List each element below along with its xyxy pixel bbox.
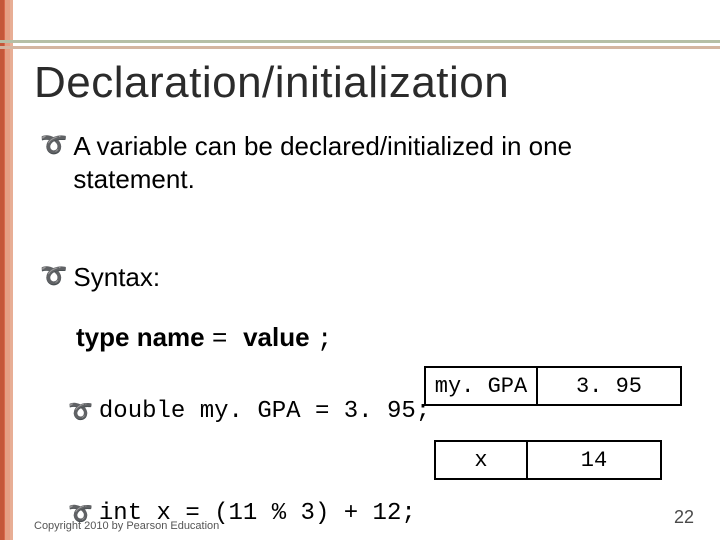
bullet-text: Syntax:	[73, 261, 690, 294]
syntax-type: type	[76, 322, 129, 352]
left-border-graphic	[0, 0, 24, 540]
bullet-item: ➰ A variable can be declared/initialized…	[40, 130, 690, 195]
syntax-name: name	[137, 322, 205, 352]
var-value-cell: 14	[528, 440, 662, 480]
slide-title: Declaration/initialization	[34, 58, 509, 108]
syntax-semicolon: ;	[317, 324, 333, 354]
bullet-icon: ➰	[68, 399, 93, 424]
memory-box-row: x 14	[434, 440, 662, 480]
var-value-cell: 3. 95	[538, 366, 682, 406]
bullet-text: A variable can be declared/initialized i…	[73, 130, 690, 195]
slide: Declaration/initialization ➰ A variable …	[0, 0, 720, 540]
syntax-value: value	[243, 322, 310, 352]
memory-box-row: my. GPA 3. 95	[424, 366, 682, 406]
var-name-cell: my. GPA	[424, 366, 538, 406]
syntax-equals: =	[212, 324, 243, 354]
bullet-icon: ➰	[40, 261, 67, 291]
copyright-text: Copyright 2010 by Pearson Education	[34, 520, 219, 532]
var-name-cell: x	[434, 440, 528, 480]
bullet-item: ➰ Syntax:	[40, 261, 690, 294]
syntax-pattern: type name = value ;	[76, 322, 690, 354]
page-number: 22	[674, 507, 694, 528]
code-line: double my. GPA = 3. 95;	[99, 398, 430, 425]
bullet-icon: ➰	[40, 130, 67, 160]
top-divider	[0, 16, 720, 52]
